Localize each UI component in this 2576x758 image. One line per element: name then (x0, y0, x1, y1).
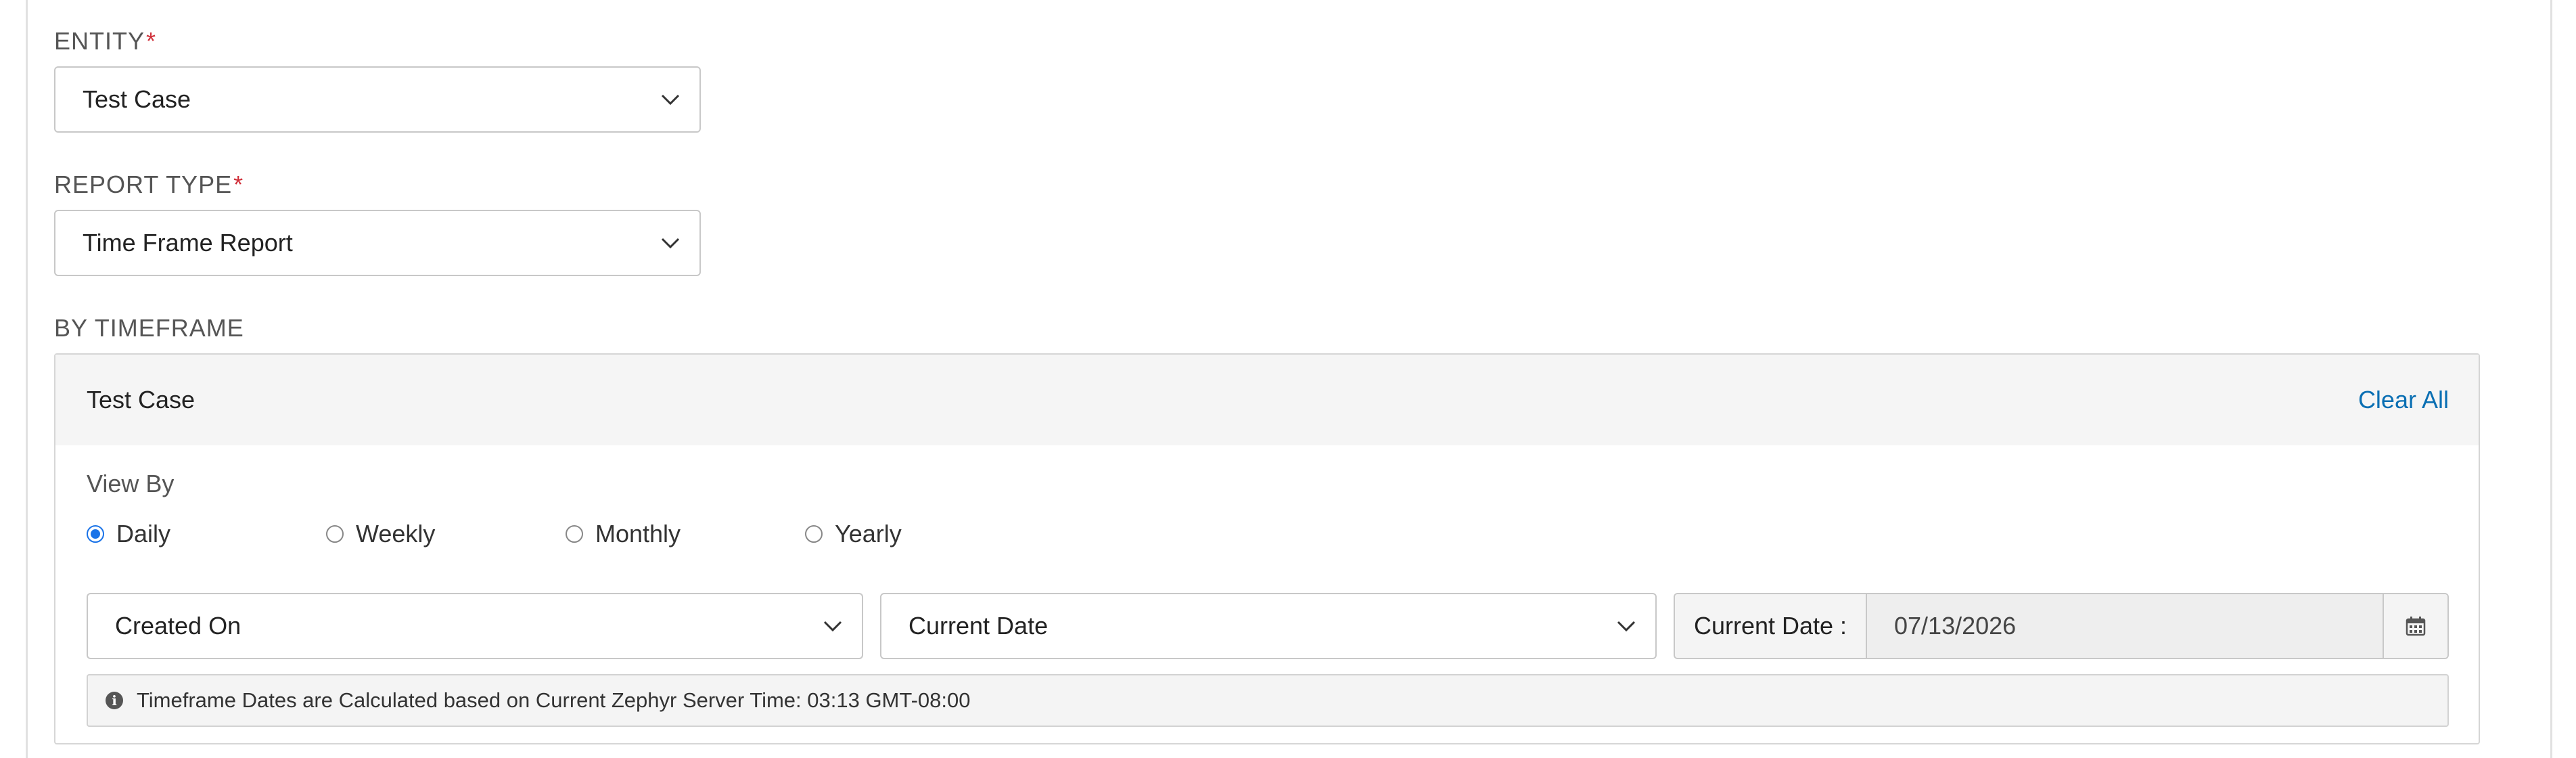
current-date-group: Current Date : 07/13/2026 (1674, 593, 2449, 659)
timeframe-panel-title: Test Case (87, 386, 196, 414)
timezone-info-bar: i Timeframe Dates are Calculated based o… (87, 674, 2449, 727)
radio-weekly-label: Weekly (356, 520, 436, 548)
info-icon: i (106, 692, 123, 709)
report-type-required-mark: * (233, 171, 244, 198)
date-field-select-value: Created On (115, 612, 242, 640)
date-field-select[interactable]: Created On (87, 593, 863, 659)
timeframe-panel: Test Case Clear All View By Daily Weekly… (54, 353, 2480, 744)
radio-yearly-label: Yearly (835, 520, 902, 548)
timeframe-panel-header: Test Case Clear All (55, 355, 2479, 445)
view-by-label: View By (87, 470, 175, 497)
date-range-select-value: Current Date (908, 612, 1049, 640)
report-type-label: REPORT TYPE* (54, 171, 244, 199)
radio-yearly[interactable]: Yearly (805, 520, 902, 548)
calendar-button[interactable] (2384, 594, 2447, 658)
report-type-label-text: REPORT TYPE (54, 171, 233, 198)
right-border-line (2550, 0, 2552, 758)
entity-select-value: Test Case (83, 85, 191, 113)
by-timeframe-label: BY TIMEFRAME (54, 314, 244, 342)
radio-weekly[interactable]: Weekly (326, 520, 435, 548)
entity-label-text: ENTITY (54, 27, 145, 55)
chevron-down-icon (1617, 621, 1636, 632)
date-range-select[interactable]: Current Date (880, 593, 1657, 659)
clear-all-link[interactable]: Clear All (2358, 386, 2449, 414)
calendar-icon (2406, 617, 2426, 636)
chevron-down-icon (661, 94, 680, 106)
radio-daily-dot[interactable] (87, 525, 104, 543)
radio-daily[interactable]: Daily (87, 520, 170, 548)
report-type-select-value: Time Frame Report (83, 229, 293, 257)
radio-monthly-label: Monthly (595, 520, 681, 548)
radio-monthly[interactable]: Monthly (566, 520, 681, 548)
current-date-input[interactable]: 07/13/2026 (1867, 594, 2384, 658)
report-type-select[interactable]: Time Frame Report (54, 210, 701, 276)
left-border-line (26, 0, 28, 758)
chevron-down-icon (823, 621, 842, 632)
timezone-info-text: Timeframe Dates are Calculated based on … (137, 688, 971, 712)
radio-daily-label: Daily (116, 520, 171, 548)
current-date-label: Current Date : (1675, 594, 1867, 658)
entity-label: ENTITY* (54, 27, 156, 55)
entity-required-mark: * (146, 27, 157, 55)
chevron-down-icon (661, 238, 680, 249)
radio-weekly-dot[interactable] (326, 525, 344, 543)
radio-yearly-dot[interactable] (805, 525, 823, 543)
radio-monthly-dot[interactable] (566, 525, 583, 543)
entity-select[interactable]: Test Case (54, 66, 701, 133)
current-date-value: 07/13/2026 (1894, 612, 2017, 640)
